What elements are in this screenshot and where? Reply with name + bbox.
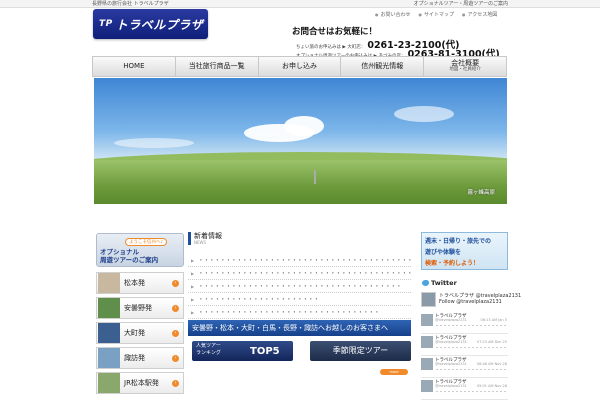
ranking-banner[interactable]: 人気ツアー ランキング TOP5	[192, 341, 293, 361]
nav-products[interactable]: 当社旅行商品一覧	[176, 57, 259, 76]
sidebar-item-label: 松本発	[124, 279, 145, 287]
thumbnail	[98, 298, 120, 318]
nav-tourism-info[interactable]: 信州観光情報	[341, 57, 425, 76]
tweet-handle: @travelplaza2131	[435, 362, 467, 366]
top-bar-left-text: 長野県の旅行会社 トラベルプラザ	[92, 1, 169, 7]
avatar	[421, 380, 433, 392]
optional-tour-title: オプショナル 周遊ツアーのご案内	[100, 248, 159, 264]
hero-image: 霧ヶ峰高原	[94, 78, 507, 204]
hero-caption: 霧ヶ峰高原	[467, 190, 495, 196]
twitter-heading: Twitter	[421, 277, 508, 289]
sidebar-item-azumino[interactable]: 安曇野発 ›	[96, 297, 184, 319]
nav-apply[interactable]: お申し込み	[259, 57, 342, 76]
avatar	[421, 358, 433, 370]
twitter-heading-text: Twitter	[431, 279, 457, 287]
sidebar-item-label: 諏訪発	[124, 354, 145, 362]
sidebar-item-label: JR松本駅発	[124, 379, 159, 387]
tweet[interactable]: トラベルプラザ @travelplaza2131 07:23 AM Dec 25…	[421, 334, 508, 356]
tweet-handle: @travelplaza2131	[435, 318, 467, 322]
optional-tour-banner[interactable]: ようこそ信州へ♪ オプショナル 周遊ツアーのご案内	[96, 233, 184, 267]
tweet-time: 06:13 AM Jan 5	[480, 318, 507, 322]
utility-links: お問い合わせ サイトマップ アクセス地図	[375, 11, 498, 18]
main-nav: HOME 当社旅行商品一覧 お申し込み 信州観光情報 会社概要 地図・社員紹介	[92, 56, 507, 77]
tweet[interactable]: トラベルプラザ @travelplaza2131 06:13 AM Jan 5 …	[421, 312, 508, 334]
nav-company-label: 会社概要	[451, 59, 480, 67]
grassland-shape	[94, 160, 507, 204]
news-heading: 新着情報 NEWS	[188, 232, 411, 245]
thumbnail	[98, 273, 120, 293]
tweet-text: ・・・・・・・・・・・・・・・・・・・・・・・・・・・・	[435, 367, 507, 372]
avatar	[421, 314, 433, 326]
tweet-text: ・・・・・・・・・・・・・・・・・・ //tconatrx.. ・・	[435, 323, 507, 328]
contact-link[interactable]: お問い合わせ	[375, 11, 411, 18]
news-item[interactable]: ・・・・・・・・・・・・・・・・・・・・・・・・・・・・・・・・・	[188, 306, 411, 319]
tweet-time: 07:23 AM Dec 25	[476, 340, 507, 344]
tweet[interactable]: トラベルプラザ @travelplaza2131 08:46 AM Nov 28…	[421, 356, 508, 378]
cloud-shape	[114, 138, 194, 148]
visitors-banner[interactable]: 安曇野・松本・大町・白馬・長野・諏訪へお越しのお客さまへ	[188, 320, 411, 336]
cloud-shape	[284, 116, 324, 136]
arrow-icon: ›	[172, 354, 179, 362]
logo-text: トラベルプラザ	[115, 17, 204, 32]
sidebar-item-suwa[interactable]: 諏訪発 ›	[96, 347, 184, 369]
tweet-time: 09:01 AM Nov 28	[476, 384, 507, 388]
seasonal-tour-banner[interactable]: 季節限定ツアー	[310, 341, 411, 361]
twitter-profile[interactable]: トラベルプラザ @travelplaza2131 Follow @travelp…	[421, 292, 521, 310]
activity-search-banner[interactable]: 週末・日帰り・旅先での 遊びや体験を 検索・予約しよう！	[421, 232, 508, 270]
sidebar-item-jr-matsumoto[interactable]: JR松本駅発 ›	[96, 372, 184, 394]
ranking-line1: 人気ツアー	[196, 343, 221, 349]
twitter-follow-link[interactable]: Follow @travelplaza2131	[439, 299, 502, 305]
news-list: ・・・・・・・・・・・・・・・・・・・・・・・・・・・・・・・・・・・・・・・ …	[188, 254, 411, 319]
more-button[interactable]: more	[380, 369, 408, 375]
thumbnail	[98, 348, 120, 368]
sidebar-item-omachi[interactable]: 大町発 ›	[96, 322, 184, 344]
nav-home[interactable]: HOME	[93, 57, 176, 76]
sidebar-item-label: 大町発	[124, 329, 145, 337]
arrow-icon: ›	[172, 279, 179, 287]
ranking-top5: TOP5	[250, 346, 280, 357]
site-logo[interactable]: TP トラベルプラザ	[93, 9, 208, 39]
nav-company-sub: 地図・社員紹介	[449, 67, 481, 72]
welcome-badge: ようこそ信州へ♪	[125, 238, 168, 246]
top-bar: 長野県の旅行会社 トラベルプラザ オプショナルツアー・周遊ツアーのご案内	[0, 0, 600, 8]
access-map-link[interactable]: アクセス地図	[462, 11, 498, 18]
tweet[interactable]: トラベルプラザ @travelplaza2131 09:01 AM Nov 28…	[421, 378, 508, 400]
sidebar-item-label: 安曇野発	[124, 304, 152, 312]
stone-monument-shape	[314, 170, 316, 184]
arrow-icon: ›	[172, 379, 179, 387]
twitter-bird-icon	[422, 280, 429, 286]
news-item[interactable]: ・・・・・・・・・・・・・・・・・・・・・・・・・・・・・・・・・・・・・	[188, 280, 411, 293]
tweet-list: トラベルプラザ @travelplaza2131 06:13 AM Jan 5 …	[421, 312, 508, 400]
sidebar-item-matsumoto[interactable]: 松本発 ›	[96, 272, 184, 294]
activity-banner-line2: 遊びや体験を	[425, 249, 462, 256]
news-item[interactable]: ・・・・・・・・・・・・・・・・・・・・・・・・・・・・・・・・・・・・・・・	[188, 267, 411, 280]
tweet-time: 08:46 AM Nov 28	[476, 362, 507, 366]
avatar	[421, 292, 436, 307]
thumbnail	[98, 373, 120, 393]
thumbnail	[98, 323, 120, 343]
news-title: 新着情報	[194, 232, 222, 240]
tweet-handle: @travelplaza2131	[435, 340, 467, 344]
sitemap-link[interactable]: サイトマップ	[419, 11, 454, 18]
tweet-text: ・・・・・・・・・・・・・・・・・・・・・・・・・・・・	[435, 345, 507, 350]
logo-mark: TP	[99, 19, 113, 29]
contact-title: お問合せはお気軽に！	[292, 27, 378, 37]
activity-banner-line3: 検索・予約しよう！	[425, 260, 480, 267]
ranking-line2: ランキング	[196, 350, 221, 356]
news-subtitle: NEWS	[194, 240, 207, 245]
cloud-shape	[394, 106, 454, 122]
news-item[interactable]: ・・・・・・・・・・・・・・・・・・・・・・・・・・・・・・・・・・・・・・・	[188, 254, 411, 267]
tweet-handle: @travelplaza2131	[435, 384, 467, 388]
avatar	[421, 336, 433, 348]
activity-banner-line1: 週末・日帰り・旅先での	[425, 238, 492, 245]
news-item[interactable]: ・・・・・・・・・・・・・・・・・・・・・・	[188, 293, 411, 306]
arrow-icon: ›	[172, 304, 179, 312]
nav-company[interactable]: 会社概要 地図・社員紹介	[424, 57, 506, 76]
arrow-icon: ›	[172, 329, 179, 337]
tweet-text: ・・・・・・・・・・・・・・・・・・・・・・・・・・・・	[435, 389, 507, 394]
top-bar-right-text: オプショナルツアー・周遊ツアーのご案内	[413, 1, 508, 7]
